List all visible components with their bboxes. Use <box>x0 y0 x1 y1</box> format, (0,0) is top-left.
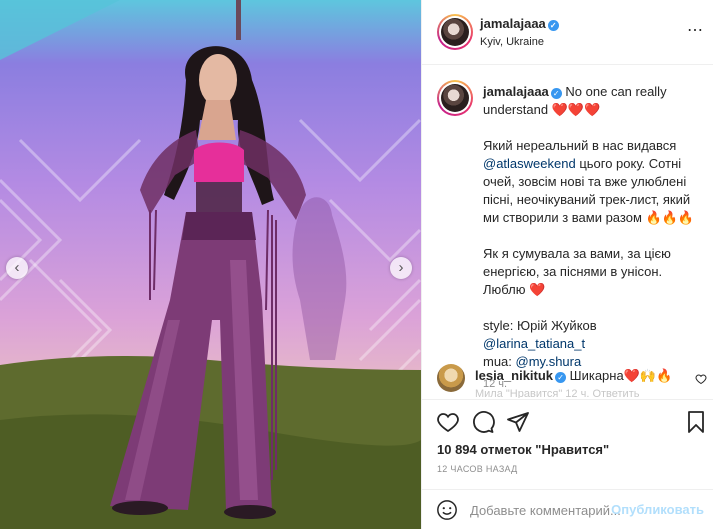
caption: jamalajaaa ✓ No one can really understand… <box>437 66 702 393</box>
photo-illustration <box>0 0 421 529</box>
post-actions: 10 894 отметок "Нравится" 12 ЧАСОВ НАЗАД <box>422 399 713 489</box>
comment-body: Шикарна <box>569 368 624 383</box>
like-icon[interactable] <box>436 410 460 434</box>
post-header: jamalajaaa ✓ Kyiv, Ukraine ⋯ <box>422 0 713 65</box>
caption-para2: Як я сумувала за вами, за цією енергією,… <box>483 246 671 297</box>
save-icon[interactable] <box>684 410 708 434</box>
caption-para1-start: Який нереальний в нас видався <box>483 138 677 153</box>
previous-photo-arrow[interactable]: ‹ <box>6 257 28 279</box>
caption-text: jamalajaaa ✓ No one can really understand… <box>483 83 702 393</box>
heart-emoji: ❤️ <box>529 282 546 297</box>
comment-input[interactable] <box>470 501 620 519</box>
comment-icon[interactable] <box>471 410 495 434</box>
emoji-icon[interactable] <box>436 499 458 521</box>
post-photo[interactable]: ‹ › <box>0 0 421 529</box>
commenter-username[interactable]: lesia_nikituk <box>475 368 553 383</box>
comment-meta: Мила "Нравится" 12 ч. Ответить <box>475 388 640 398</box>
mua-credit: mua: <box>483 354 516 369</box>
more-icon[interactable]: ⋯ <box>687 20 704 40</box>
author-username[interactable]: jamalajaaa ✓ <box>480 16 559 31</box>
heart-emoji: ❤️❤️❤️ <box>551 102 601 117</box>
verified-icon: ✓ <box>550 88 562 99</box>
post-timestamp[interactable]: 12 ЧАСОВ НАЗАД <box>437 464 518 474</box>
comment-emoji: ❤️🙌🔥 <box>623 368 673 383</box>
next-photo-arrow[interactable]: › <box>390 257 412 279</box>
commenter-avatar[interactable] <box>437 364 465 392</box>
share-icon[interactable] <box>506 410 530 434</box>
likes-count[interactable]: 10 894 отметок "Нравится" <box>437 442 609 457</box>
comments-section[interactable]: jamalajaaa ✓ No one can really understand… <box>422 66 713 398</box>
author-username-text[interactable]: jamalajaaa <box>480 16 546 31</box>
instagram-post-window: ‹ › jamalajaaa ✓ Kyiv, Ukraine ⋯ jamalaja… <box>0 0 713 529</box>
caption-avatar[interactable] <box>437 80 473 116</box>
comment-like-icon[interactable] <box>695 373 707 385</box>
mention-link[interactable]: @larina_tatiana_t <box>483 336 585 351</box>
fire-emoji: 🔥🔥🔥 <box>645 210 695 225</box>
post-location[interactable]: Kyiv, Ukraine <box>480 36 544 48</box>
comment-text: lesia_nikituk ✓ Шикарна❤️🙌🔥 <box>475 368 672 384</box>
style-credit: style: Юрій Жуйков <box>483 318 597 333</box>
add-comment-bar: Опубликовать <box>422 489 713 529</box>
mention-link[interactable]: @atlasweekend <box>483 156 576 171</box>
publish-button[interactable]: Опубликовать <box>611 502 704 517</box>
verified-icon: ✓ <box>555 372 567 383</box>
post-side-panel: jamalajaaa ✓ Kyiv, Ukraine ⋯ jamalajaaa ✓ … <box>421 0 713 529</box>
caption-username[interactable]: jamalajaaa <box>483 84 549 99</box>
mention-link[interactable]: @my.shura <box>516 354 582 369</box>
verified-icon: ✓ <box>547 20 559 31</box>
author-avatar[interactable] <box>437 14 473 50</box>
